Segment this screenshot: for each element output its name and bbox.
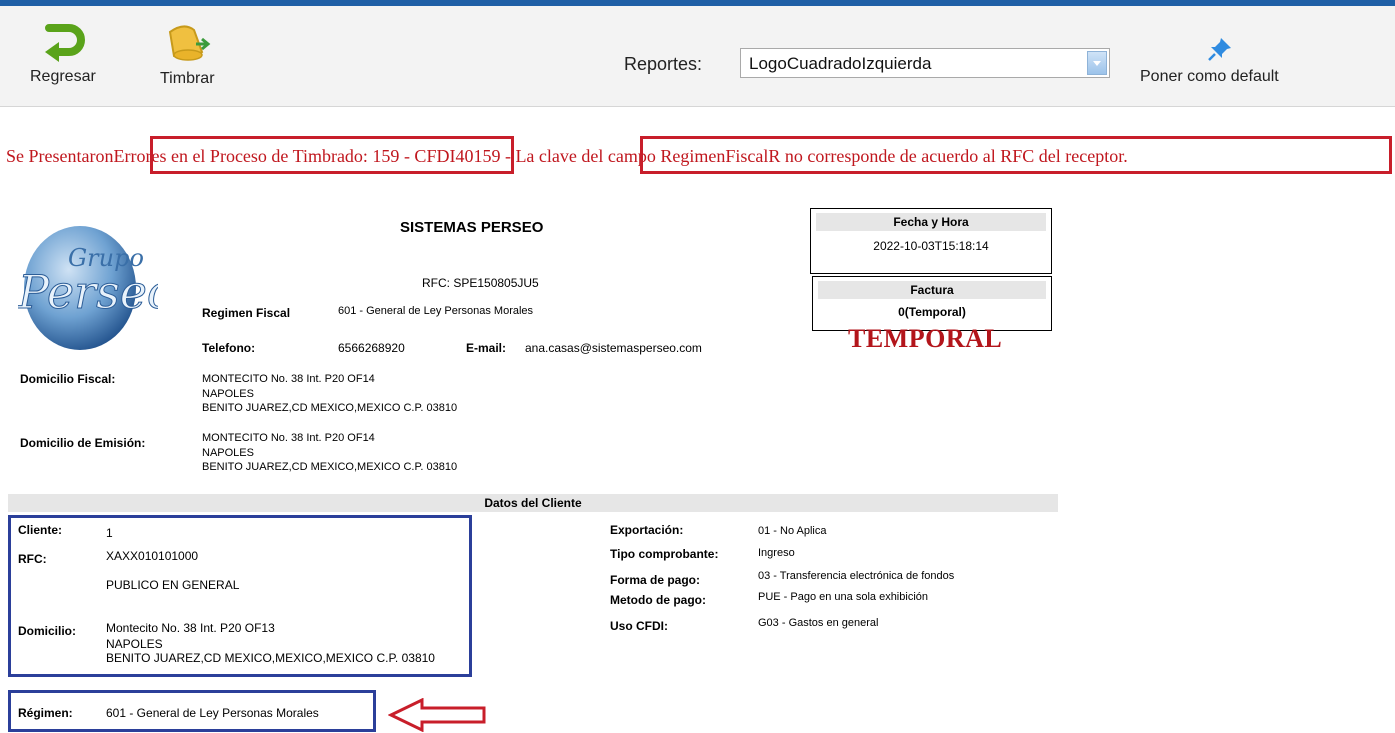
left-arrow-annotation-icon	[388, 698, 486, 732]
payment-method-label: Metodo de pago:	[610, 593, 706, 607]
regimen-label: Regimen Fiscal	[202, 306, 291, 320]
voucher-type-label: Tipo comprobante:	[610, 547, 719, 561]
reports-label: Reportes:	[624, 54, 703, 74]
back-label: Regresar	[30, 68, 96, 85]
client-regimen-value: 601 - General de Ley Personas Morales	[106, 706, 319, 720]
client-section-title: Datos del Cliente	[8, 494, 1058, 512]
invoice-value: 0(Temporal)	[898, 305, 966, 319]
export-value: 01 - No Aplica	[758, 525, 827, 537]
chevron-down-icon[interactable]	[1087, 51, 1107, 75]
invoice-header: Factura	[818, 281, 1046, 299]
cfdi-use-label: Uso CFDI:	[610, 619, 668, 633]
client-address-label: Domicilio:	[18, 624, 77, 638]
temporal-watermark: TEMPORAL	[848, 324, 1003, 353]
issue-address-label: Domicilio de Emisión:	[20, 436, 146, 450]
client-rfc-value: XAXX010101000	[106, 549, 199, 563]
voucher-type-value: Ingreso	[758, 547, 795, 559]
company-rfc: RFC: SPE150805JU5	[422, 276, 539, 290]
client-address-line-1: Montecito No. 38 Int. P20 OF13	[106, 621, 275, 635]
stamp-label: Timbrar	[160, 70, 215, 87]
date-time-value: 2022-10-03T15:18:14	[873, 239, 989, 253]
client-address-line-2: NAPOLES	[106, 637, 163, 651]
error-prefix: Se Presentaron	[6, 146, 114, 166]
reports-selected-value: LogoCuadradoIzquierda	[749, 54, 932, 73]
regimen-value: 601 - General de Ley Personas Morales	[338, 305, 534, 317]
client-name: PUBLICO EN GENERAL	[106, 578, 240, 592]
back-arrow-icon	[44, 24, 85, 62]
fiscal-address-line-1: MONTECITO No. 38 Int. P20 OF14	[202, 373, 375, 385]
logo-text-perseo: Perseo	[18, 265, 158, 319]
invoice-box: Factura 0(Temporal)	[812, 276, 1052, 331]
email-label: E-mail:	[466, 341, 507, 355]
reports-select[interactable]: LogoCuadradoIzquierda	[740, 48, 1110, 78]
issue-address-line-1: MONTECITO No. 38 Int. P20 OF14	[202, 432, 375, 444]
error-highlight-1	[150, 136, 514, 174]
issue-address-line-3: BENITO JUAREZ,CD MEXICO,MEXICO C.P. 0381…	[202, 461, 458, 473]
bell-stamp-icon	[169, 25, 211, 61]
date-time-box: Fecha y Hora 2022-10-03T15:18:14	[810, 208, 1052, 274]
client-label: Cliente:	[18, 523, 63, 537]
pin-icon[interactable]	[1207, 36, 1233, 62]
payment-form-value: 03 - Transferencia electrónica de fondos	[758, 570, 955, 582]
stamp-button[interactable]: Timbrar	[160, 22, 215, 88]
payment-form-label: Forma de pago:	[610, 573, 701, 587]
phone-label: Telefono:	[202, 341, 256, 355]
fiscal-address-line-2: NAPOLES	[202, 388, 254, 400]
toolbar: Regresar Timbrar Reportes: LogoCuadradoI…	[0, 6, 1395, 107]
client-rfc-label: RFC:	[18, 552, 47, 566]
client-address-line-3: BENITO JUAREZ,CD MEXICO,MEXICO,MEXICO C.…	[106, 651, 435, 665]
export-label: Exportación:	[610, 523, 684, 537]
fiscal-address-label: Domicilio Fiscal:	[20, 372, 116, 386]
cfdi-use-value: G03 - Gastos en general	[758, 617, 879, 629]
phone-value: 6566268920	[338, 341, 405, 355]
back-button[interactable]: Regresar	[30, 22, 96, 86]
company-logo: Grupo Perseo	[18, 226, 158, 350]
company-name: SISTEMAS PERSEO	[400, 219, 544, 236]
client-regimen-label: Régimen:	[18, 706, 73, 720]
error-highlight-2	[640, 136, 1392, 174]
email-value: ana.casas@sistemasperseo.com	[525, 341, 702, 355]
issue-address-line-2: NAPOLES	[202, 447, 254, 459]
set-default-button[interactable]: Poner como default	[1140, 68, 1279, 86]
payment-method-value: PUE - Pago en una sola exhibición	[758, 591, 928, 603]
date-time-header: Fecha y Hora	[816, 213, 1046, 231]
client-value: 1	[106, 526, 113, 540]
fiscal-address-line-3: BENITO JUAREZ,CD MEXICO,MEXICO C.P. 0381…	[202, 402, 458, 414]
